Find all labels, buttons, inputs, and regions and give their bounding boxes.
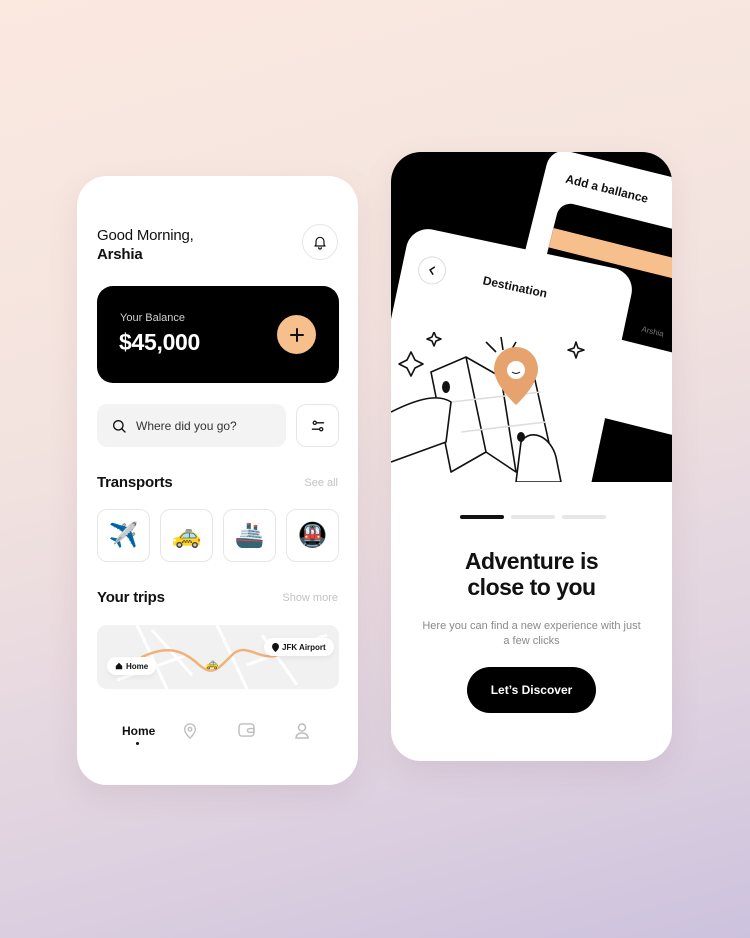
bottom-nav: Home [77, 716, 358, 756]
home-screen: Good Morning, Arshia Your Balance $45,00… [77, 176, 358, 785]
user-name: Arshia [97, 246, 143, 263]
subtitle: Here you can find a new experience with … [422, 620, 641, 647]
search-placeholder: Where did you go? [136, 418, 237, 433]
sliders-icon [311, 420, 324, 431]
balance-label: Your Balance [120, 312, 186, 324]
pager-dot-3 [562, 515, 606, 519]
car-icon: 🚕 [205, 658, 219, 670]
discover-button[interactable]: Let’s Discover [467, 667, 596, 713]
transport-list: ✈️ 🚕 🚢 🚇 [97, 509, 339, 562]
headline-line-2: close to you [467, 574, 596, 600]
greeting-line: Good Morning, [97, 227, 194, 244]
headline-line-1: Adventure is [464, 548, 599, 574]
origin-label: Home [126, 661, 149, 671]
taxi-icon: 🚕 [171, 522, 202, 549]
pager-dot-1 [460, 515, 504, 519]
back-button [415, 253, 449, 287]
trip-origin: Home [107, 657, 157, 675]
transport-metro[interactable]: 🚇 [286, 509, 339, 562]
greeting: Good Morning, Arshia [97, 226, 194, 264]
destination-title: Destination [481, 273, 549, 301]
transport-ship[interactable]: 🚢 [223, 509, 276, 562]
notification-button[interactable] [302, 224, 338, 260]
transport-taxi[interactable]: 🚕 [160, 509, 213, 562]
pager-dot-2 [511, 515, 555, 519]
see-all-link[interactable]: See all [304, 477, 338, 489]
ship-icon: 🚢 [234, 522, 265, 549]
chevron-left-icon [429, 266, 436, 276]
search-icon [113, 419, 126, 433]
nav-home[interactable]: Home [122, 724, 155, 738]
add-balance-caption: Add a ballance [564, 171, 650, 206]
wallet-icon[interactable] [238, 723, 255, 737]
add-balance-button[interactable] [277, 315, 316, 354]
map-pin-illustration [391, 332, 585, 482]
home-icon [115, 662, 123, 670]
trip-map[interactable]: Home 🚕 JFK Airport [97, 625, 339, 689]
airplane-icon: ✈️ [108, 522, 139, 549]
show-more-link[interactable]: Show more [282, 592, 338, 604]
onboarding-screen: Add a ballance Arshia Destination Advent… [391, 152, 672, 761]
nav-active-dot [136, 742, 139, 745]
plus-icon [289, 327, 304, 342]
profile-icon[interactable] [295, 723, 309, 739]
filter-button[interactable] [296, 404, 339, 447]
bell-icon [314, 236, 326, 250]
pin-icon [272, 642, 279, 652]
destination-label: JFK Airport [282, 642, 326, 652]
hero-illustration: Add a ballance Arshia Destination [391, 152, 672, 482]
balance-amount: $45,000 [119, 329, 201, 355]
headline: Adventure is close to you [391, 548, 672, 600]
trip-destination: JFK Airport [264, 638, 334, 656]
balance-card: Your Balance $45,000 [97, 286, 339, 383]
transports-title: Transports [97, 474, 173, 491]
metro-icon: 🚇 [297, 522, 328, 549]
trips-title: Your trips [97, 589, 165, 606]
onboarding-pager [460, 515, 606, 519]
search-input[interactable]: Where did you go? [97, 404, 286, 447]
location-icon[interactable] [183, 723, 197, 739]
transport-airplane[interactable]: ✈️ [97, 509, 150, 562]
